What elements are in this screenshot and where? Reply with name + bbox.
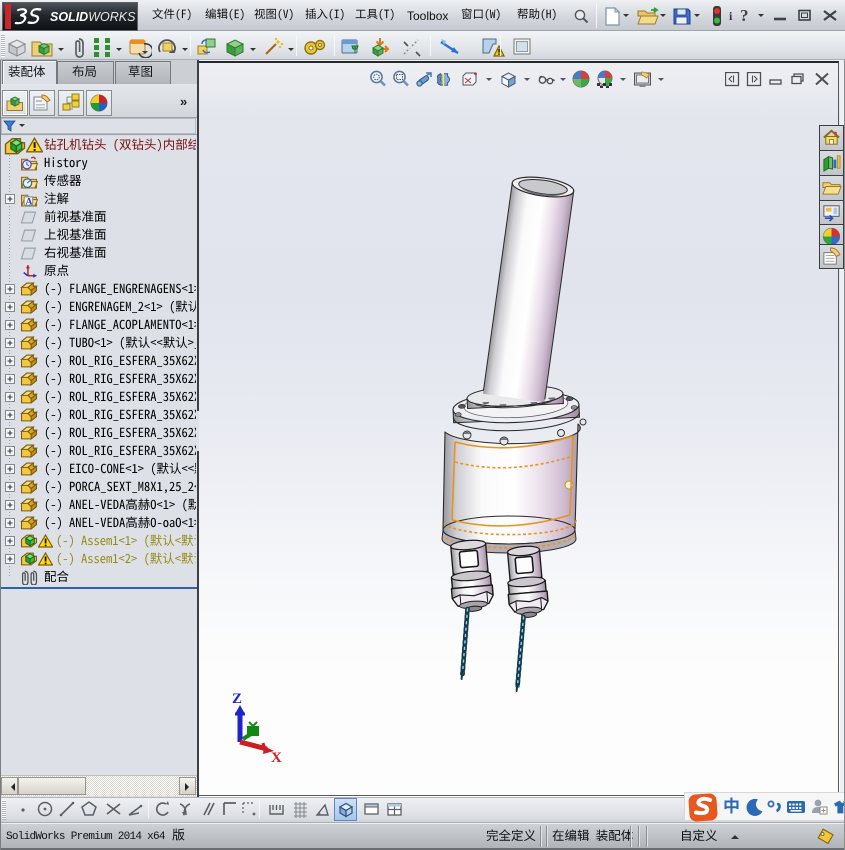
svg-text:X: X (271, 750, 282, 766)
svg-text:Z: Z (232, 691, 242, 707)
